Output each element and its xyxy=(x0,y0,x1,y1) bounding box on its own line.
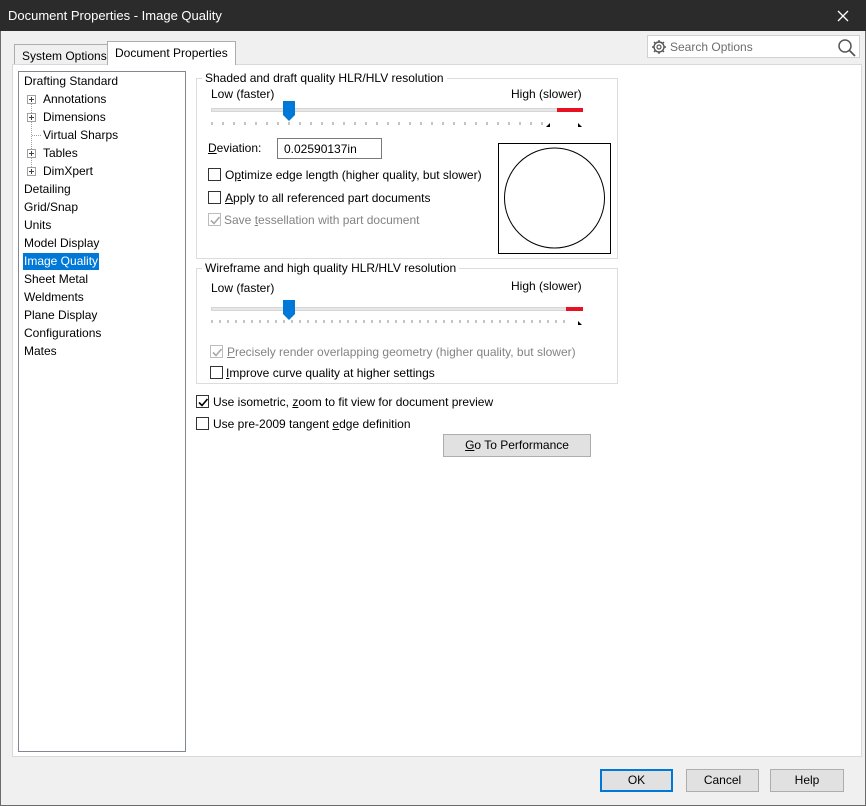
tree-item-label: Image Quality xyxy=(24,254,99,268)
wireframe-slider-track xyxy=(211,307,583,311)
tree-item-annotations[interactable]: Annotations xyxy=(42,91,107,108)
pre2009-checkbox[interactable] xyxy=(196,417,209,430)
isometric-label: Use isometric, zoom to fit view for docu… xyxy=(213,395,494,409)
tree-item-dimxpert[interactable]: DimXpert xyxy=(42,163,94,180)
tree-item-configurations[interactable]: Configurations xyxy=(23,325,102,342)
tree-item-label: Sheet Metal xyxy=(24,272,89,286)
ok-button[interactable]: OK xyxy=(600,769,673,792)
wireframe-slider-thumb[interactable] xyxy=(283,300,296,320)
close-icon xyxy=(837,10,849,21)
checkmark-icon xyxy=(210,216,221,225)
shaded-slider-high-zone xyxy=(557,108,583,112)
apply-all-checkbox[interactable] xyxy=(208,191,221,204)
shaded-slider-track xyxy=(211,108,583,112)
tree-item-label: Grid/Snap xyxy=(24,200,79,214)
gear-icon xyxy=(652,40,666,54)
tree-item-weldments[interactable]: Weldments xyxy=(23,289,85,306)
options-tree[interactable]: Drafting Standard Annotations Dimensions… xyxy=(18,71,186,752)
tree-item-dimensions[interactable]: Dimensions xyxy=(42,109,107,126)
tree-connector xyxy=(32,135,41,136)
deviation-input[interactable]: 0.02590137in xyxy=(277,138,382,159)
tree-item-model-display[interactable]: Model Display xyxy=(23,235,100,252)
help-button[interactable]: Help xyxy=(770,769,844,792)
tree-item-sheet-metal[interactable]: Sheet Metal xyxy=(23,271,89,288)
optimize-edge-checkbox[interactable] xyxy=(208,168,221,181)
tree-item-mates[interactable]: Mates xyxy=(23,343,58,360)
tree-item-label: DimXpert xyxy=(43,164,94,178)
close-button[interactable] xyxy=(820,0,866,31)
tree-item-label: Dimensions xyxy=(43,110,106,124)
tree-item-label: Plane Display xyxy=(24,308,98,322)
tree-item-virtual-sharps[interactable]: Virtual Sharps xyxy=(42,127,119,144)
search-icon[interactable] xyxy=(837,38,856,57)
shaded-high-label: High (slower) xyxy=(511,87,582,101)
improve-curve-label: Improve curve quality at higher settings xyxy=(226,366,435,380)
shaded-slider-ticks xyxy=(211,122,582,127)
wireframe-slider-high-zone xyxy=(566,307,583,311)
expand-icon[interactable] xyxy=(27,113,36,122)
pre2009-label: Use pre-2009 tangent edge definition xyxy=(213,417,411,431)
tree-item-label: Configurations xyxy=(24,326,102,340)
title-bar: Document Properties - Image Quality xyxy=(0,0,866,31)
tree-item-units[interactable]: Units xyxy=(23,217,52,234)
shaded-low-label: Low (faster) xyxy=(211,87,275,101)
tab-system-options-label: System Options xyxy=(22,49,107,63)
window-title: Document Properties - Image Quality xyxy=(8,8,222,23)
tree-item-label: Weldments xyxy=(24,290,84,304)
tab-document-properties[interactable]: Document Properties xyxy=(107,41,236,65)
circle-preview-icon xyxy=(504,147,605,249)
resolution-preview xyxy=(498,143,611,254)
isometric-checkbox[interactable] xyxy=(196,395,209,408)
cancel-button[interactable]: Cancel xyxy=(686,769,759,792)
tree-item-label: Annotations xyxy=(43,92,107,106)
tree-item-label: Tables xyxy=(43,146,78,160)
tree-item-grid-snap[interactable]: Grid/Snap xyxy=(23,199,79,216)
save-tessellation-checkbox[interactable] xyxy=(208,213,221,226)
tab-system-options[interactable]: System Options xyxy=(14,44,115,64)
wireframe-slider-ticks xyxy=(211,320,582,325)
tree-item-label: Virtual Sharps xyxy=(43,128,119,142)
precise-render-checkbox[interactable] xyxy=(210,345,223,358)
search-box[interactable]: Search Options xyxy=(647,35,860,58)
wireframe-low-label: Low (faster) xyxy=(211,281,275,295)
tree-item-label: Units xyxy=(24,218,52,232)
checkmark-icon xyxy=(198,398,209,407)
precise-render-label: Precisely render overlapping geometry (h… xyxy=(227,345,576,359)
tree-item-image-quality[interactable]: Image Quality xyxy=(23,253,100,270)
tree-item-detailing[interactable]: Detailing xyxy=(23,181,72,198)
tree-item-label: Mates xyxy=(24,344,57,358)
apply-all-label: Apply to all referenced part documents xyxy=(225,191,431,205)
search-placeholder: Search Options xyxy=(670,40,753,54)
tree-item-tables[interactable]: Tables xyxy=(42,145,79,162)
tree-item-drafting-standard[interactable]: Drafting Standard xyxy=(23,73,119,90)
expand-icon[interactable] xyxy=(27,95,36,104)
deviation-value: 0.02590137in xyxy=(284,142,357,156)
tree-item-label: Detailing xyxy=(24,182,71,196)
expand-icon[interactable] xyxy=(27,149,36,158)
wireframe-high-label: High (slower) xyxy=(511,279,582,293)
tree-item-label: Drafting Standard xyxy=(24,74,119,88)
tab-document-properties-label: Document Properties xyxy=(115,46,228,60)
improve-curve-checkbox[interactable] xyxy=(210,366,223,379)
go-to-performance-button[interactable]: Go To Performance xyxy=(443,434,591,457)
tree-item-label: Model Display xyxy=(24,236,100,250)
shaded-group-title: Shaded and draft quality HLR/HLV resolut… xyxy=(202,71,447,85)
optimize-edge-label: Optimize edge length (higher quality, bu… xyxy=(225,168,482,182)
shaded-slider-thumb[interactable] xyxy=(283,101,296,121)
deviation-label: Deviation: xyxy=(208,141,262,155)
checkmark-icon xyxy=(212,348,223,357)
tree-item-plane-display[interactable]: Plane Display xyxy=(23,307,98,324)
save-tessellation-label: Save tessellation with part document xyxy=(224,213,420,227)
expand-icon[interactable] xyxy=(27,167,36,176)
wireframe-group-title: Wireframe and high quality HLR/HLV resol… xyxy=(202,261,460,275)
